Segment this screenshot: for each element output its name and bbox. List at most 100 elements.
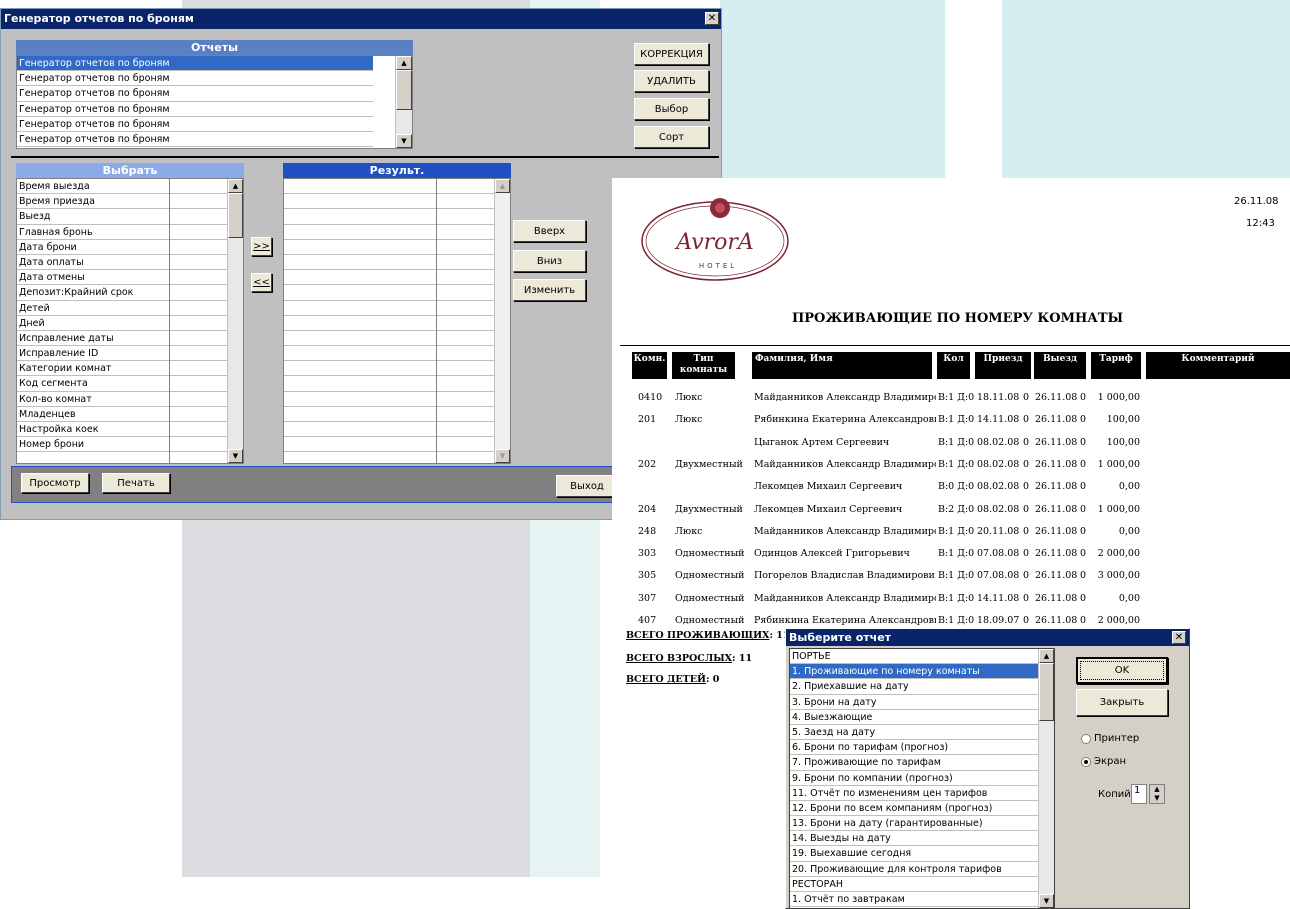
field-list-item[interactable]: Детей	[17, 301, 227, 316]
field-list-item[interactable]: Код сегмента	[17, 376, 227, 392]
scroll-up-icon[interactable]: ▲	[228, 179, 243, 193]
dialog-report-item[interactable]: 9. Брони по компании (прогноз)	[790, 771, 1038, 786]
result-list-item[interactable]	[284, 407, 494, 422]
delete-button[interactable]: УДАЛИТЬ	[634, 70, 709, 92]
field-list-item[interactable]: Исправление ID	[17, 346, 227, 362]
result-list-item[interactable]	[284, 331, 494, 347]
dialog-report-item[interactable]: 7. Проживающие по тарифам	[790, 755, 1038, 771]
close-icon[interactable]: ✕	[705, 12, 719, 25]
result-list-item[interactable]	[284, 255, 494, 271]
field-list-item[interactable]: Дней	[17, 316, 227, 331]
dialog-scrollbar[interactable]: ▲ ▼	[1038, 649, 1054, 908]
report-list-item[interactable]: Генератор отчетов по броням	[17, 71, 373, 87]
result-list-item[interactable]	[284, 301, 494, 316]
report-list-item[interactable]: Генератор отчетов по броням	[17, 132, 373, 148]
scroll-down-icon[interactable]: ▼	[1039, 894, 1054, 908]
stepper-down-icon[interactable]: ▼	[1154, 794, 1159, 802]
add-field-button[interactable]: >>	[251, 237, 272, 256]
field-list-item[interactable]: Кол-во комнат	[17, 392, 227, 407]
dialog-report-item[interactable]: 1. Проживающие по номеру комнаты	[790, 664, 1038, 680]
dialog-report-item[interactable]: 4. Выезжающие	[790, 710, 1038, 725]
result-scrollbar[interactable]: ▲ ▼	[494, 179, 510, 463]
report-list-item[interactable]: Генератор отчетов по броням	[17, 102, 373, 117]
dialog-report-item[interactable]: 1. Отчёт по завтракам	[790, 892, 1038, 908]
result-list-item[interactable]	[284, 376, 494, 392]
field-list-item[interactable]: Номер брони	[17, 437, 227, 453]
result-list-item[interactable]	[284, 346, 494, 362]
preview-button[interactable]: Просмотр	[21, 473, 89, 493]
correction-button[interactable]: КОРРЕКЦИЯ	[634, 43, 709, 65]
report-list-item[interactable]: Генератор отчетов по броням	[17, 117, 373, 132]
scroll-down-icon[interactable]: ▼	[396, 134, 412, 148]
field-list-item[interactable]: Настройка коек	[17, 422, 227, 438]
choose-list[interactable]: Время выезда Время приезда Выезд Главная бр…	[16, 178, 244, 464]
reports-scrollbar[interactable]: ▲ ▼	[395, 56, 412, 148]
field-list-item[interactable]: Младенцев	[17, 407, 227, 422]
print-button[interactable]: Печать	[102, 473, 170, 493]
close-icon[interactable]: ✕	[1172, 631, 1186, 644]
scroll-thumb[interactable]	[396, 70, 412, 110]
field-list-item[interactable]: Категории комнат	[17, 361, 227, 377]
field-list-item[interactable]: Время выезда	[17, 179, 227, 195]
result-list-item[interactable]	[284, 240, 494, 255]
result-list[interactable]: ▲ ▼	[283, 178, 511, 464]
report-list-item[interactable]: Генератор отчетов по броням	[17, 56, 373, 72]
scroll-thumb[interactable]	[1039, 663, 1054, 721]
screen-radio[interactable]	[1081, 757, 1091, 767]
field-list-item[interactable]: Дата оплаты	[17, 255, 227, 271]
stepper-up-icon[interactable]: ▲	[1154, 785, 1159, 793]
dialog-report-item[interactable]: 11. Отчёт по изменениям цен тарифов	[790, 786, 1038, 801]
field-list-item[interactable]: Главная бронь	[17, 225, 227, 240]
ok-button[interactable]: OK	[1076, 657, 1168, 684]
exit-button[interactable]: Выход	[556, 475, 618, 497]
scroll-thumb[interactable]	[228, 193, 243, 238]
dialog-report-item[interactable]: 6. Брони по тарифам (прогноз)	[790, 740, 1038, 756]
scroll-down-icon[interactable]: ▼	[228, 449, 243, 463]
result-list-item[interactable]	[284, 209, 494, 225]
report-list-item[interactable]: Генератор отчетов по броням	[17, 86, 373, 102]
field-list-item[interactable]: Депозит:Крайний срок	[17, 285, 227, 301]
move-down-button[interactable]: Вниз	[513, 250, 586, 272]
field-list-item[interactable]: Выезд	[17, 209, 227, 225]
dialog-report-item[interactable]: 3. Брони на дату	[790, 695, 1038, 710]
move-up-button[interactable]: Вверх	[513, 220, 586, 242]
remove-field-button[interactable]: <<	[251, 273, 272, 292]
dialog-report-item[interactable]: 2. Приехавшие на дату	[790, 679, 1038, 695]
result-list-item[interactable]	[284, 285, 494, 301]
printer-radio[interactable]	[1081, 734, 1091, 744]
dialog-report-item[interactable]: 13. Брони на дату (гарантированные)	[790, 816, 1038, 832]
scroll-up-icon[interactable]: ▲	[396, 56, 412, 70]
result-list-item[interactable]	[284, 225, 494, 240]
field-list-item[interactable]: Дата брони	[17, 240, 227, 255]
window-titlebar[interactable]: Генератор отчетов по броням	[1, 9, 721, 29]
result-list-item[interactable]	[284, 422, 494, 438]
choose-scrollbar[interactable]: ▲ ▼	[227, 179, 243, 463]
dialog-report-item[interactable]: 12. Брони по всем компаниям (прогноз)	[790, 801, 1038, 817]
field-list-item[interactable]: Исправление даты	[17, 331, 227, 347]
reports-list[interactable]: Генератор отчетов по броням Генератор отч…	[16, 55, 413, 149]
dialog-report-item[interactable]: 19. Выехавшие сегодня	[790, 846, 1038, 862]
result-list-item[interactable]	[284, 316, 494, 331]
result-list-item[interactable]	[284, 361, 494, 377]
dialog-report-item[interactable]: РЕСТОРАН	[790, 877, 1038, 892]
sort-button[interactable]: Сорт	[634, 126, 709, 148]
field-list-item[interactable]: Дата отмены	[17, 270, 227, 286]
dialog-report-item[interactable]: 20. Проживающие для контроля тарифов	[790, 862, 1038, 877]
edit-button[interactable]: Изменить	[513, 279, 586, 301]
copies-stepper[interactable]: ▲ ▼	[1149, 784, 1165, 804]
result-list-item[interactable]	[284, 194, 494, 210]
scroll-down-icon[interactable]: ▼	[495, 449, 510, 463]
scroll-up-icon[interactable]: ▲	[1039, 649, 1054, 663]
dialog-titlebar[interactable]: Выберите отчет	[786, 629, 1189, 646]
copies-input[interactable]: 1	[1131, 784, 1147, 804]
scroll-up-icon[interactable]: ▲	[495, 179, 510, 193]
result-list-item[interactable]	[284, 179, 494, 195]
result-list-item[interactable]	[284, 437, 494, 453]
result-list-item[interactable]	[284, 270, 494, 286]
result-list-item[interactable]	[284, 392, 494, 407]
dialog-report-item[interactable]: ПОРТЬЕ	[790, 649, 1038, 665]
report-list[interactable]: ПОРТЬЕ 1. Проживающие по номеру комнаты 2.…	[789, 648, 1055, 909]
dialog-report-item[interactable]: 14. Выезды на дату	[790, 831, 1038, 847]
field-list-item[interactable]: Время приезда	[17, 194, 227, 210]
close-button[interactable]: Закрыть	[1076, 689, 1168, 716]
